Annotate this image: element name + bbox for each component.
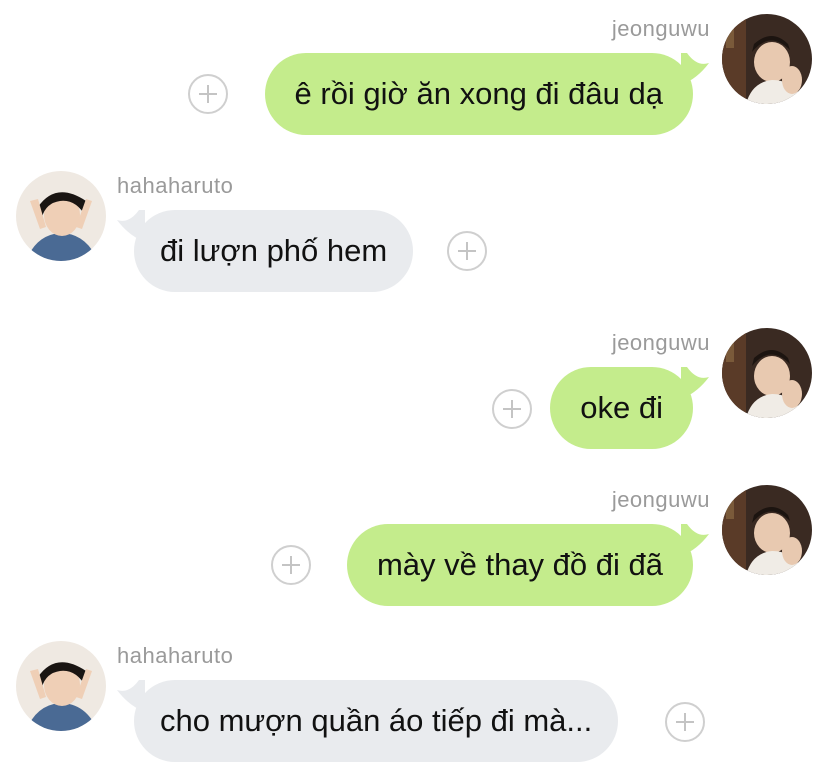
sender-name: jeonguwu — [611, 16, 710, 41]
sender-name: hahaharuto — [117, 173, 234, 198]
add-reaction-icon[interactable] — [271, 545, 311, 585]
add-reaction-icon[interactable] — [188, 74, 228, 114]
sender-name: jeonguwu — [611, 330, 710, 355]
sender-name: hahaharuto — [117, 643, 234, 668]
avatar-hahaharuto[interactable] — [16, 171, 106, 261]
message-bubble-incoming[interactable]: cho mượn quần áo tiếp đi mà... — [134, 680, 619, 762]
message-bubble-incoming[interactable]: đi lượn phố hem — [134, 210, 414, 292]
message-bubble-outgoing[interactable]: ê rồi giờ ăn xong đi đâu dạ — [264, 53, 693, 135]
sender-name: jeonguwu — [611, 487, 710, 512]
add-reaction-icon[interactable] — [492, 389, 532, 429]
avatar-jeonguwu[interactable] — [722, 485, 812, 575]
add-reaction-icon[interactable] — [447, 231, 487, 271]
message-bubble-outgoing[interactable]: mày về thay đồ đi đã — [346, 524, 693, 606]
avatar-hahaharuto[interactable] — [16, 641, 106, 731]
avatar-jeonguwu[interactable] — [722, 328, 812, 418]
avatar-jeonguwu[interactable] — [722, 14, 812, 104]
message-bubble-outgoing[interactable]: oke đi — [550, 367, 693, 449]
add-reaction-icon[interactable] — [665, 702, 705, 742]
